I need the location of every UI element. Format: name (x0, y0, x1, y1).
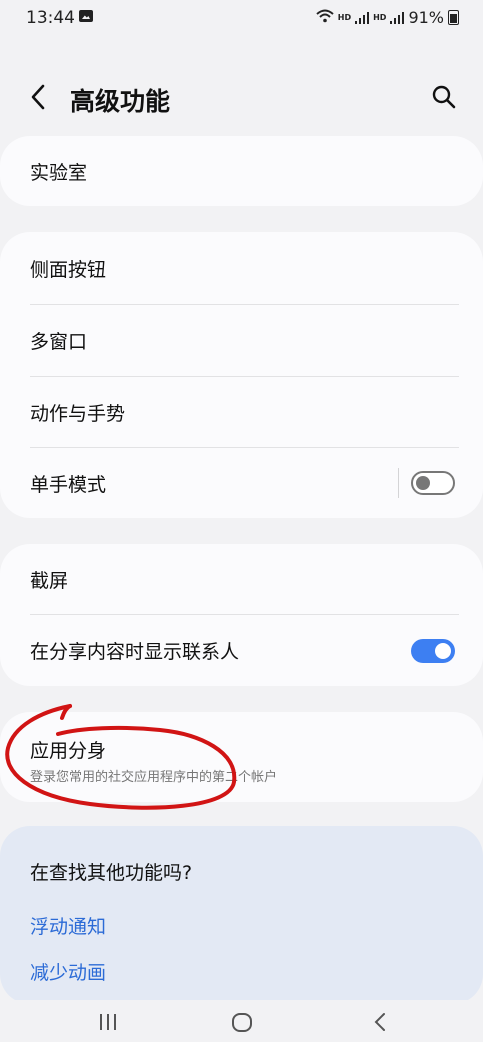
wifi-icon (316, 9, 334, 27)
reduce-animations-link[interactable]: 减少动画 (30, 958, 106, 985)
hd-label-2: HD (373, 13, 387, 22)
toggle-knob (416, 476, 430, 490)
search-icon[interactable] (431, 84, 457, 110)
one-hand-item[interactable]: 单手模式 (30, 448, 455, 518)
one-hand-label: 单手模式 (30, 473, 107, 496)
status-bar: 13:44 HD HD 91% (0, 0, 483, 36)
motions-item[interactable]: 动作与手势 (30, 377, 455, 447)
dual-app-description: 登录您常用的社交应用程序中的第二个帐户 (30, 770, 278, 785)
floating-notifications-link[interactable]: 浮动通知 (30, 912, 106, 939)
navigation-bar (0, 1000, 483, 1042)
suggestions-card: 在查找其他功能吗? 浮动通知 减少动画 (0, 826, 483, 1004)
show-contacts-toggle[interactable] (411, 639, 455, 663)
battery-icon (448, 10, 459, 25)
multi-window-label: 多窗口 (30, 331, 88, 353)
screenshot-label: 截屏 (30, 569, 69, 592)
status-icons: HD HD 91% (316, 8, 459, 27)
signal-icon-2 (390, 11, 405, 24)
back-nav-icon[interactable] (360, 1008, 400, 1036)
header: 高级功能 (0, 70, 483, 126)
image-notification-icon (79, 10, 93, 22)
lab-item[interactable]: 实验室 (30, 136, 455, 206)
screenshot-item[interactable]: 截屏 (30, 544, 455, 614)
back-icon[interactable] (28, 82, 50, 112)
battery-percent: 91% (408, 8, 444, 27)
page-title: 高级功能 (70, 87, 171, 116)
dual-app-label: 应用分身 (30, 740, 107, 762)
one-hand-toggle[interactable] (411, 471, 455, 495)
lab-card: 实验室 (0, 136, 483, 206)
side-button-item[interactable]: 侧面按钮 (30, 232, 455, 304)
side-button-label: 侧面按钮 (30, 258, 107, 281)
lab-label: 实验室 (30, 161, 88, 184)
motions-label: 动作与手势 (30, 402, 126, 425)
signal-icon-1 (355, 11, 370, 24)
home-icon[interactable] (222, 1008, 262, 1036)
multi-window-item[interactable]: 多窗口 (30, 305, 455, 376)
status-time: 13:44 (26, 8, 75, 28)
toggle-knob (435, 643, 451, 659)
features-card: 侧面按钮 多窗口 动作与手势 单手模式 (0, 232, 483, 518)
toggle-separator (398, 468, 399, 498)
hd-label-1: HD (337, 13, 352, 22)
sharing-card: 截屏 在分享内容时显示联系人 (0, 544, 483, 686)
recent-apps-icon[interactable] (88, 1008, 128, 1036)
dual-app-item[interactable]: 应用分身 登录您常用的社交应用程序中的第二个帐户 (30, 712, 455, 802)
show-contacts-item[interactable]: 在分享内容时显示联系人 (30, 615, 455, 686)
show-contacts-label: 在分享内容时显示联系人 (30, 641, 240, 663)
dual-app-card: 应用分身 登录您常用的社交应用程序中的第二个帐户 (0, 712, 483, 802)
suggestions-title: 在查找其他功能吗? (30, 862, 193, 884)
